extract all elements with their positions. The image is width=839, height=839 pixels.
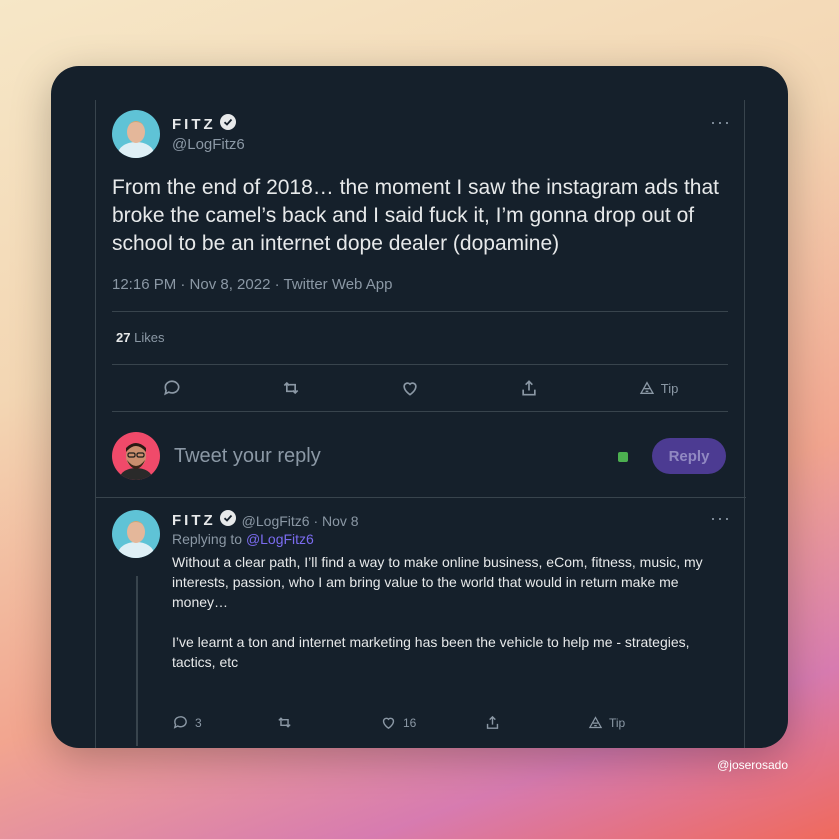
tip-button[interactable]: Tip: [639, 380, 679, 396]
replying-to-link[interactable]: @LogFitz6: [246, 531, 314, 547]
heart-icon: [382, 717, 395, 730]
author-name-row: FITZ: [172, 114, 236, 135]
tip-icon: [639, 381, 654, 394]
author-avatar[interactable]: [112, 110, 160, 158]
reply-author-avatar[interactable]: [112, 510, 160, 558]
verified-icon: [219, 114, 236, 135]
reply-paragraph-1: Without a clear path, I’ll find a way to…: [172, 554, 703, 610]
likes-label: Likes: [134, 330, 165, 345]
more-icon[interactable]: ···: [710, 112, 731, 133]
reply-paragraph-2: I’ve learnt a ton and internet marketing…: [172, 634, 690, 670]
reply-text: Without a clear path, I’ll find a way to…: [172, 552, 728, 672]
reply-comment-button[interactable]: 3: [172, 714, 276, 731]
share-icon: [486, 715, 499, 729]
retweet-icon: [278, 717, 291, 728]
reply-author-row: FITZ @LogFitz6 · Nov 8: [172, 510, 359, 531]
verified-icon: [219, 510, 236, 531]
reply-actions: 3 16 Tip: [172, 714, 692, 731]
tweet-text: From the end of 2018… the moment I saw t…: [112, 176, 719, 255]
replying-prefix: Replying to: [172, 531, 243, 547]
retweet-button[interactable]: [281, 378, 301, 398]
current-user-avatar[interactable]: [112, 432, 160, 480]
heart-icon: [403, 382, 417, 396]
status-indicator: [618, 452, 628, 462]
tweet-actions: Tip: [112, 378, 728, 398]
reply-tip-button[interactable]: Tip: [588, 715, 692, 730]
reply-share-button[interactable]: [484, 714, 588, 731]
tip-label: Tip: [660, 380, 679, 396]
comment-icon: [173, 716, 187, 729]
reply-author-name[interactable]: FITZ: [172, 512, 216, 529]
divider: [112, 411, 728, 412]
tip-label: Tip: [609, 715, 626, 730]
timeline-column: FITZ @LogFitz6 ··· From the end of 2018……: [95, 100, 746, 748]
replying-to: Replying to @LogFitz6: [172, 531, 314, 547]
author-name[interactable]: FITZ: [172, 116, 216, 133]
reply-button[interactable]: Reply: [652, 438, 726, 474]
more-icon[interactable]: ···: [710, 508, 731, 529]
like-count: 16: [403, 715, 417, 730]
retweet-icon: [283, 381, 299, 395]
divider: [112, 311, 728, 312]
tweet-meta[interactable]: 12:16 PM · Nov 8, 2022 · Twitter Web App: [112, 276, 392, 293]
share-icon: [522, 380, 537, 396]
tip-icon: [588, 716, 603, 729]
author-handle[interactable]: @LogFitz6: [172, 136, 245, 153]
divider: [112, 364, 728, 365]
like-button[interactable]: [400, 378, 420, 398]
reply-retweet-button[interactable]: [276, 714, 380, 731]
comment-button[interactable]: [162, 378, 182, 398]
likes-count-link[interactable]: 27 Likes: [116, 330, 164, 345]
comment-icon: [163, 380, 180, 396]
watermark: @joserosado: [717, 758, 788, 772]
reply-handle-date[interactable]: @LogFitz6 · Nov 8: [242, 513, 359, 529]
reply-like-button[interactable]: 16: [380, 714, 484, 731]
reply-input[interactable]: Tweet your reply: [174, 445, 321, 468]
likes-count: 27: [116, 330, 131, 345]
reply-count: 3: [195, 715, 202, 730]
tweet-card: FITZ @LogFitz6 ··· From the end of 2018……: [51, 66, 788, 748]
share-button[interactable]: [519, 378, 539, 398]
thread-line: [136, 576, 138, 746]
divider: [96, 497, 746, 498]
